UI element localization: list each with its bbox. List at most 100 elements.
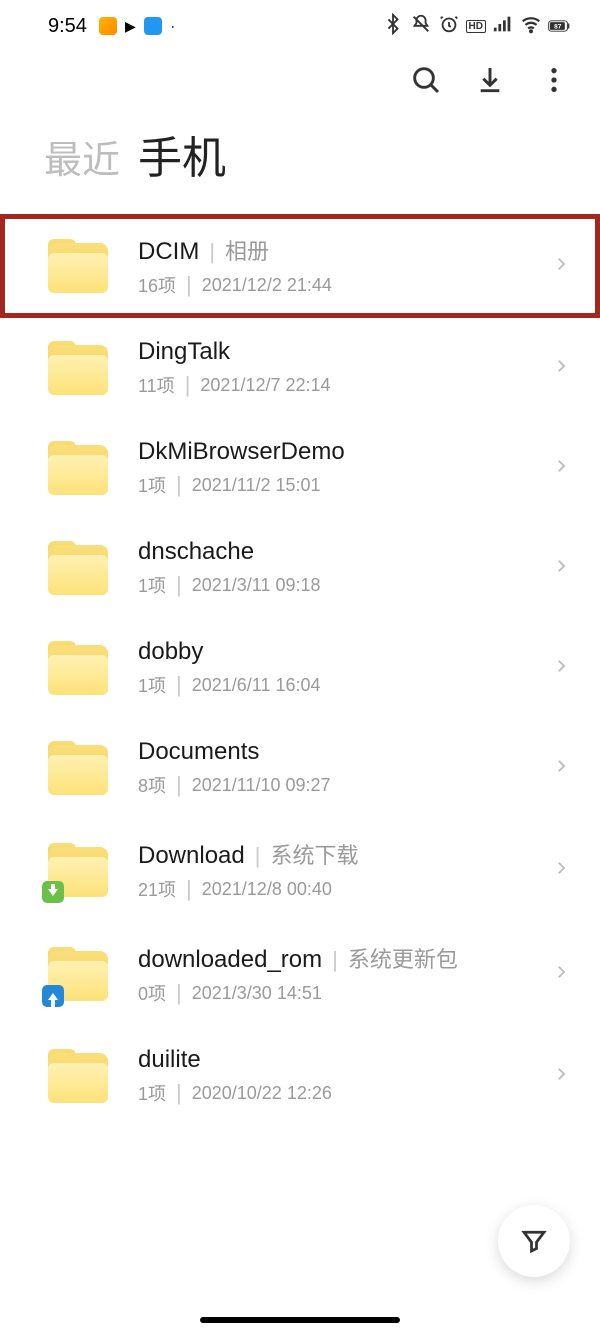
status-right: HD 87 — [382, 13, 570, 40]
separator: | — [176, 472, 182, 498]
mute-icon — [410, 13, 432, 40]
separator: | — [255, 843, 261, 869]
more-dot-icon: · — [170, 16, 176, 37]
folder-count: 1项 — [138, 572, 166, 598]
tab-phone[interactable]: 手机 — [138, 122, 226, 186]
chevron-right-icon — [552, 552, 570, 585]
folder-count: 1项 — [138, 1080, 166, 1106]
folder-name: duilite — [138, 1046, 201, 1074]
folder-count: 11项 — [138, 372, 175, 398]
folder-name: DkMiBrowserDemo — [138, 438, 345, 466]
folder-tag: 系统下载 — [270, 838, 358, 870]
folder-item[interactable]: downloaded_rom | 系统更新包 0项 | 2021/3/30 14:51 — [0, 922, 600, 1026]
separator: | — [176, 572, 182, 598]
chevron-right-icon — [552, 352, 570, 385]
battery-icon: 87 — [548, 15, 570, 37]
folder-count: 0项 — [138, 980, 166, 1006]
app-icon-2 — [144, 17, 162, 35]
folder-icon — [48, 741, 108, 795]
folder-icon — [48, 843, 108, 897]
home-indicator — [200, 1317, 400, 1323]
chevron-right-icon — [552, 250, 570, 283]
chevron-right-icon — [552, 958, 570, 991]
more-icon[interactable] — [538, 64, 570, 101]
folder-name: DCIM — [138, 238, 199, 266]
folder-item[interactable]: Documents8项|2021/11/10 09:27 — [0, 718, 600, 818]
folder-date: 2021/6/11 16:04 — [192, 675, 321, 696]
separator: | — [332, 947, 338, 973]
folder-body: DkMiBrowserDemo 1项 | 2021/11/2 15:01 — [138, 438, 552, 498]
separator: | — [176, 980, 182, 1006]
folder-name: dobby — [138, 638, 203, 666]
folder-count: 16项 — [138, 272, 176, 298]
bluetooth-icon — [382, 13, 404, 40]
separator: | — [209, 239, 215, 265]
folder-name: DingTalk — [138, 338, 230, 366]
folder-icon — [48, 641, 108, 695]
chevron-right-icon — [552, 752, 570, 785]
folder-body: duilite 1项 | 2020/10/22 12:26 — [138, 1046, 552, 1106]
folder-icon — [48, 341, 108, 395]
folder-tag: 系统更新包 — [348, 942, 458, 974]
folder-date: 2021/3/30 14:51 — [192, 983, 322, 1004]
folder-item[interactable]: DCIM|相册16项|2021/12/2 21:44 — [0, 214, 600, 318]
separator: | — [176, 1080, 182, 1106]
folder-body: Download | 系统下载 21项 | 2021/12/8 00:40 — [138, 838, 552, 902]
toolbar — [0, 48, 600, 112]
status-time: 9:54 — [48, 15, 87, 38]
status-left: 9:54 ▶ · — [48, 15, 176, 38]
folder-icon — [48, 947, 108, 1001]
folder-body: Documents8项|2021/11/10 09:27 — [138, 738, 552, 798]
tab-recent[interactable]: 最近 — [44, 129, 120, 184]
folder-count: 1项 — [138, 672, 166, 698]
folder-body: dnschache 1项 | 2021/3/11 09:18 — [138, 538, 552, 598]
hd-icon: HD — [466, 20, 486, 33]
status-bar: 9:54 ▶ · HD 87 — [0, 0, 600, 48]
separator: | — [185, 372, 191, 398]
folder-date: 2021/3/11 09:18 — [192, 575, 321, 596]
folder-item[interactable]: dobby 1项 | 2021/6/11 16:04 — [0, 618, 600, 718]
separator: | — [186, 876, 192, 902]
separator: | — [176, 672, 182, 698]
download-icon[interactable] — [474, 64, 506, 101]
folder-count: 8项 — [138, 772, 166, 798]
folder-date: 2020/10/22 12:26 — [192, 1083, 332, 1104]
folder-name: dnschache — [138, 538, 254, 566]
folder-body: DingTalk 11项 | 2021/12/7 22:14 — [138, 338, 552, 398]
search-icon[interactable] — [410, 64, 442, 101]
folder-item[interactable]: duilite 1项 | 2020/10/22 12:26 — [0, 1026, 600, 1126]
folder-date: 2021/12/2 21:44 — [202, 275, 332, 296]
folder-count: 1项 — [138, 472, 166, 498]
folder-name: downloaded_rom — [138, 946, 322, 974]
play-icon: ▶ — [125, 18, 136, 35]
folder-item[interactable]: DkMiBrowserDemo 1项 | 2021/11/2 15:01 — [0, 418, 600, 518]
download-badge-icon — [42, 881, 64, 903]
folder-item[interactable]: DingTalk 11项 | 2021/12/7 22:14 — [0, 318, 600, 418]
folder-body: downloaded_rom | 系统更新包 0项 | 2021/3/30 14:51 — [138, 942, 552, 1006]
folder-date: 2021/11/10 09:27 — [192, 775, 331, 796]
alarm-icon — [438, 13, 460, 40]
folder-name: Download — [138, 842, 245, 870]
chevron-right-icon — [552, 1060, 570, 1093]
folder-icon — [48, 239, 108, 293]
folder-date: 2021/12/8 00:40 — [202, 879, 332, 900]
folder-item[interactable]: Download | 系统下载 21项 | 2021/12/8 00:40 — [0, 818, 600, 922]
folder-count: 21项 — [138, 876, 176, 902]
app-icon-1 — [99, 17, 117, 35]
signal-icon — [492, 13, 514, 40]
folder-item[interactable]: dnschache 1项 | 2021/3/11 09:18 — [0, 518, 600, 618]
folder-icon — [48, 541, 108, 595]
folder-list: DCIM|相册16项|2021/12/2 21:44DingTalk11项|20… — [0, 214, 600, 1126]
chevron-right-icon — [552, 452, 570, 485]
folder-body: DCIM|相册16项|2021/12/2 21:44 — [138, 234, 552, 298]
wifi-icon — [520, 13, 542, 40]
svg-text:87: 87 — [554, 24, 562, 31]
filter-button[interactable] — [498, 1205, 570, 1277]
chevron-right-icon — [552, 854, 570, 887]
folder-date: 2021/11/2 15:01 — [192, 475, 321, 496]
chevron-right-icon — [552, 652, 570, 685]
folder-icon — [48, 441, 108, 495]
folder-date: 2021/12/7 22:14 — [200, 375, 330, 396]
folder-name: Documents — [138, 738, 259, 766]
folder-icon — [48, 1049, 108, 1103]
